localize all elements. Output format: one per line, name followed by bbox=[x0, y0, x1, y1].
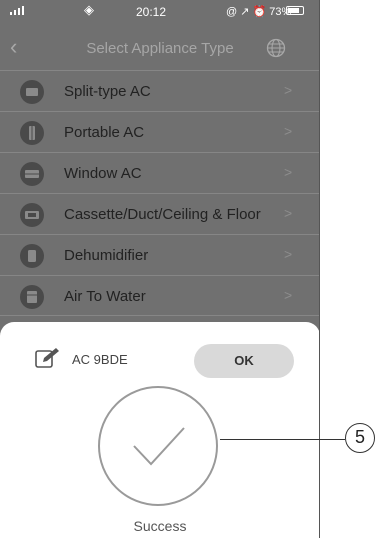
list-item-air-to-water[interactable]: Air To Water > bbox=[0, 275, 319, 316]
wifi-icon: ◈ bbox=[84, 2, 94, 17]
list-item-label: Portable AC bbox=[64, 124, 145, 141]
edit-icon[interactable] bbox=[34, 346, 62, 370]
list-item-label: Air To Water bbox=[64, 288, 146, 305]
appliance-list: Split-type AC > Portable AC > Window AC … bbox=[0, 70, 319, 316]
list-item-label: Dehumidifier bbox=[64, 247, 149, 264]
cassette-icon bbox=[20, 203, 44, 227]
success-sheet: AC 9BDE OK Success bbox=[0, 322, 319, 538]
phone-screen: ◈ 20:12 @ ↗ ⏰ 73% ‹ Select Appliance Typ… bbox=[0, 0, 320, 538]
list-item-window-ac[interactable]: Window AC > bbox=[0, 152, 319, 193]
callout-number: 5 bbox=[345, 423, 375, 453]
chevron-right-icon: > bbox=[284, 205, 293, 221]
chevron-right-icon: > bbox=[284, 287, 293, 303]
signal-icon bbox=[10, 5, 24, 15]
chevron-right-icon: > bbox=[284, 123, 293, 139]
success-label: Success bbox=[133, 518, 187, 534]
battery-icon bbox=[286, 6, 304, 15]
chevron-right-icon: > bbox=[284, 246, 293, 262]
list-item-portable-ac[interactable]: Portable AC > bbox=[0, 111, 319, 152]
air-to-water-icon bbox=[20, 285, 44, 309]
status-indicators: @ ↗ ⏰ 73% bbox=[226, 6, 292, 18]
list-item-label: Cassette/Duct/Ceiling & Floor bbox=[64, 206, 261, 223]
status-bar: ◈ 20:12 @ ↗ ⏰ 73% bbox=[0, 0, 319, 24]
list-item-dehumidifier[interactable]: Dehumidifier > bbox=[0, 234, 319, 275]
globe-icon[interactable] bbox=[266, 38, 286, 58]
list-item-cassette[interactable]: Cassette/Duct/Ceiling & Floor > bbox=[0, 193, 319, 234]
split-ac-icon bbox=[20, 80, 44, 104]
dehumidifier-icon bbox=[20, 244, 44, 268]
list-item-label: Window AC bbox=[64, 165, 142, 182]
device-name: AC 9BDE bbox=[72, 352, 128, 367]
callout-leader-line bbox=[220, 439, 345, 440]
list-item-label: Split-type AC bbox=[64, 83, 151, 100]
list-item-split-type-ac[interactable]: Split-type AC > bbox=[0, 70, 319, 111]
success-check-icon bbox=[98, 386, 218, 506]
nav-bar: ‹ Select Appliance Type bbox=[0, 28, 319, 70]
portable-ac-icon bbox=[20, 121, 44, 145]
status-time: 20:12 bbox=[136, 5, 167, 19]
chevron-right-icon: > bbox=[284, 164, 293, 180]
ok-button[interactable]: OK bbox=[194, 344, 294, 378]
chevron-right-icon: > bbox=[284, 82, 293, 98]
window-ac-icon bbox=[20, 162, 44, 186]
